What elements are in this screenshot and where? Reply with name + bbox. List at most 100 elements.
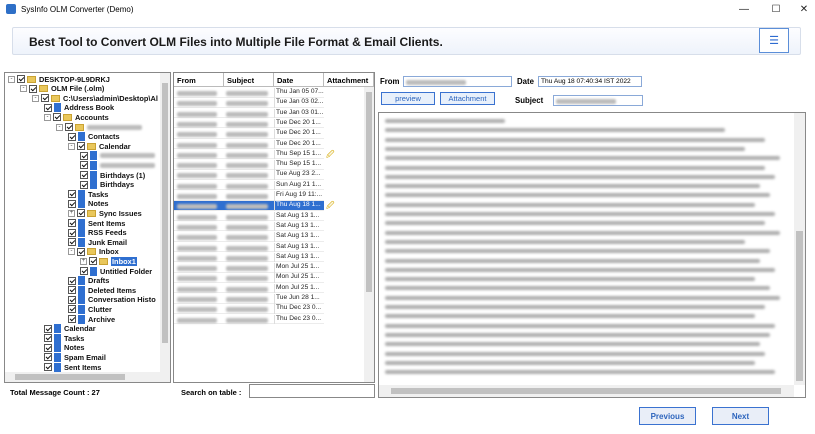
node-checkbox[interactable] bbox=[68, 286, 76, 295]
message-row[interactable]: Mon Jul 25 1... bbox=[174, 273, 324, 283]
node-checkbox[interactable] bbox=[68, 219, 76, 227]
tree-node[interactable]: Untitled Folder bbox=[80, 266, 152, 276]
node-checkbox[interactable] bbox=[80, 180, 88, 189]
next-button[interactable]: Next bbox=[712, 407, 769, 425]
expand-toggle-icon[interactable]: - bbox=[68, 248, 75, 256]
col-header-attachment[interactable]: Attachment bbox=[324, 73, 374, 87]
tree-node[interactable]: - DESKTOP-9L9DRKJ bbox=[8, 74, 110, 84]
tree-node[interactable]: - Calendar bbox=[68, 141, 131, 151]
message-row[interactable]: Fri Aug 19 11:... bbox=[174, 191, 324, 201]
date-field[interactable]: Thu Aug 18 07:40:34 IST 2022 bbox=[538, 76, 642, 87]
tree-node[interactable]: + Sync Issues bbox=[68, 208, 142, 218]
preview-vertical-scrollbar[interactable] bbox=[794, 113, 805, 385]
preview-button[interactable]: preview bbox=[381, 92, 435, 105]
message-row[interactable]: Sat Aug 13 1... bbox=[174, 221, 324, 232]
tree-node[interactable]: Conversation Histo bbox=[68, 295, 156, 305]
tree-node[interactable]: - OLM File (.olm) bbox=[20, 84, 104, 94]
node-checkbox[interactable] bbox=[77, 209, 85, 218]
tree-node[interactable]: Birthdays bbox=[80, 180, 134, 190]
node-checkbox[interactable] bbox=[17, 75, 25, 83]
from-field[interactable] bbox=[403, 76, 512, 87]
node-checkbox[interactable] bbox=[41, 94, 49, 103]
col-header-date[interactable]: Date bbox=[274, 73, 324, 87]
node-checkbox[interactable] bbox=[53, 113, 61, 122]
tree-node[interactable]: Sent Items bbox=[44, 362, 101, 372]
folder-tree[interactable]: Sent Items Spam Email Notes Tasks Calendar Ar… bbox=[4, 72, 171, 383]
node-checkbox[interactable] bbox=[65, 123, 73, 131]
preview-scroll-thumb[interactable] bbox=[796, 231, 803, 381]
tree-node[interactable]: Notes bbox=[68, 199, 109, 209]
node-checkbox[interactable] bbox=[80, 151, 88, 160]
node-checkbox[interactable] bbox=[44, 103, 52, 112]
message-row[interactable]: Thu Sep 15 1... bbox=[174, 149, 324, 160]
list-scroll-thumb[interactable] bbox=[366, 92, 372, 292]
subject-field[interactable] bbox=[553, 95, 643, 106]
message-row[interactable]: Sat Aug 13 1... bbox=[174, 242, 324, 253]
message-row[interactable]: Mon Jul 25 1... bbox=[174, 283, 324, 294]
tree-node[interactable]: RSS Feeds bbox=[68, 228, 127, 238]
message-row[interactable]: Sat Aug 13 1... bbox=[174, 211, 324, 222]
node-checkbox[interactable] bbox=[68, 132, 76, 141]
tree-horizontal-scrollbar[interactable] bbox=[5, 372, 170, 382]
tree-node[interactable]: - Inbox bbox=[68, 247, 119, 257]
message-row[interactable]: Tue Aug 23 2... bbox=[174, 170, 324, 180]
node-checkbox[interactable] bbox=[80, 267, 88, 275]
tree-node[interactable]: Address Book bbox=[44, 103, 114, 113]
tree-node[interactable]: Sent Items bbox=[68, 218, 125, 228]
preview-hscroll-thumb[interactable] bbox=[391, 388, 781, 394]
message-row[interactable]: Sat Aug 13 1... bbox=[174, 252, 324, 263]
message-list[interactable]: From Subject Date Attachment Thu Jan 05 … bbox=[173, 72, 375, 383]
expand-toggle-icon[interactable]: - bbox=[56, 123, 63, 131]
node-checkbox[interactable] bbox=[68, 315, 76, 323]
message-preview[interactable] bbox=[378, 112, 806, 398]
message-row[interactable]: Sun Aug 21 1... bbox=[174, 180, 324, 191]
tree-vertical-scrollbar[interactable] bbox=[160, 73, 170, 372]
expand-toggle-icon[interactable]: - bbox=[8, 75, 15, 83]
tree-hscroll-thumb[interactable] bbox=[15, 374, 125, 380]
message-row[interactable]: Thu Dec 23 0... bbox=[174, 304, 324, 314]
attachment-button[interactable]: Attachment bbox=[440, 92, 495, 105]
node-checkbox[interactable] bbox=[89, 257, 97, 266]
tree-node[interactable]: Spam Email bbox=[44, 352, 106, 362]
node-checkbox[interactable] bbox=[68, 199, 76, 208]
message-row[interactable]: Mon Jul 25 1... bbox=[174, 263, 324, 273]
message-row[interactable]: Tue Jan 03 02... bbox=[174, 98, 324, 108]
node-checkbox[interactable] bbox=[68, 295, 76, 304]
tree-node[interactable]: Junk Email bbox=[68, 237, 127, 247]
node-checkbox[interactable] bbox=[80, 171, 88, 179]
tree-node[interactable]: - bbox=[56, 122, 142, 132]
col-header-from[interactable]: From bbox=[174, 73, 224, 87]
tree-node[interactable]: + Inbox1 bbox=[80, 256, 137, 266]
expand-toggle-icon[interactable]: - bbox=[44, 113, 51, 121]
message-row[interactable]: Tue Dec 20 1... bbox=[174, 118, 324, 129]
maximize-button[interactable]: ☐ bbox=[762, 0, 790, 18]
tree-node[interactable]: Calendar bbox=[44, 324, 96, 334]
node-checkbox[interactable] bbox=[68, 238, 76, 247]
node-checkbox[interactable] bbox=[77, 247, 85, 256]
tree-node[interactable]: Clutter bbox=[68, 304, 112, 314]
tree-node[interactable]: Drafts bbox=[68, 276, 109, 286]
expand-toggle-icon[interactable]: - bbox=[68, 142, 75, 150]
message-row[interactable]: Thu Dec 23 0... bbox=[174, 314, 324, 325]
node-checkbox[interactable] bbox=[68, 190, 76, 199]
message-row[interactable]: Thu Sep 15 1... bbox=[174, 160, 324, 170]
message-row[interactable]: Tue Dec 20 1... bbox=[174, 139, 324, 150]
tree-node[interactable] bbox=[80, 160, 155, 170]
close-button[interactable]: ✕ bbox=[790, 0, 815, 18]
node-checkbox[interactable] bbox=[80, 161, 88, 170]
preview-horizontal-scrollbar[interactable] bbox=[379, 385, 794, 397]
message-row[interactable]: Thu Aug 18 1... bbox=[174, 201, 324, 211]
node-checkbox[interactable] bbox=[44, 353, 52, 362]
tree-node[interactable]: Deleted Items bbox=[68, 285, 136, 295]
tree-node[interactable]: Tasks bbox=[44, 333, 84, 343]
tree-node[interactable]: Birthdays (1) bbox=[80, 170, 145, 180]
list-vertical-scrollbar[interactable] bbox=[364, 87, 374, 382]
minimize-button[interactable]: — bbox=[730, 0, 758, 18]
message-row[interactable]: Sat Aug 13 1... bbox=[174, 232, 324, 242]
message-row[interactable]: Tue Jan 03 01... bbox=[174, 108, 324, 119]
tree-node[interactable]: Notes bbox=[44, 343, 85, 353]
tree-node[interactable]: Contacts bbox=[68, 132, 120, 142]
search-input[interactable] bbox=[249, 384, 375, 398]
tree-node[interactable]: - C:\Users\admin\Desktop\Al bbox=[32, 93, 158, 103]
node-checkbox[interactable] bbox=[77, 142, 85, 151]
